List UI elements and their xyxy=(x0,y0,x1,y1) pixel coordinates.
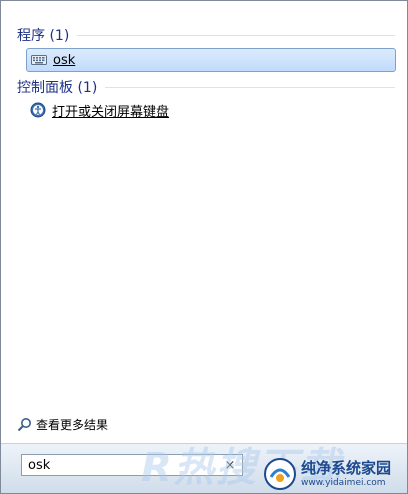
ease-of-access-icon xyxy=(30,102,46,118)
see-more-results-link[interactable]: 查看更多结果 xyxy=(17,416,108,433)
control-panel-header-divider xyxy=(105,86,395,88)
programs-header-divider xyxy=(77,34,395,36)
control-panel-group-header: 控制面板 (1) xyxy=(17,77,395,97)
see-more-results-label: 查看更多结果 xyxy=(36,418,109,432)
search-box: × xyxy=(21,454,243,476)
keyboard-icon xyxy=(31,52,47,68)
control-panel-header-label: 控制面板 (1) xyxy=(17,80,98,96)
programs-header-label: 程序 (1) xyxy=(17,28,70,44)
clear-search-icon[interactable]: × xyxy=(222,457,238,473)
result-item-osk-label: osk xyxy=(53,52,76,68)
result-item-osk[interactable]: osk xyxy=(26,48,396,72)
result-item-onscreen-keyboard-label: 打开或关闭屏幕键盘 xyxy=(52,104,170,120)
search-icon xyxy=(17,417,32,432)
programs-group-header: 程序 (1) xyxy=(17,25,395,45)
search-input[interactable] xyxy=(22,456,218,474)
start-menu-search-panel: 程序 (1) osk 控制面板 (1) 打开或关闭屏幕键盘 查看更多结果 osk… xyxy=(0,0,408,494)
search-bar-area: × xyxy=(1,443,407,493)
result-item-onscreen-keyboard-toggle[interactable]: 打开或关闭屏幕键盘 xyxy=(26,99,394,121)
